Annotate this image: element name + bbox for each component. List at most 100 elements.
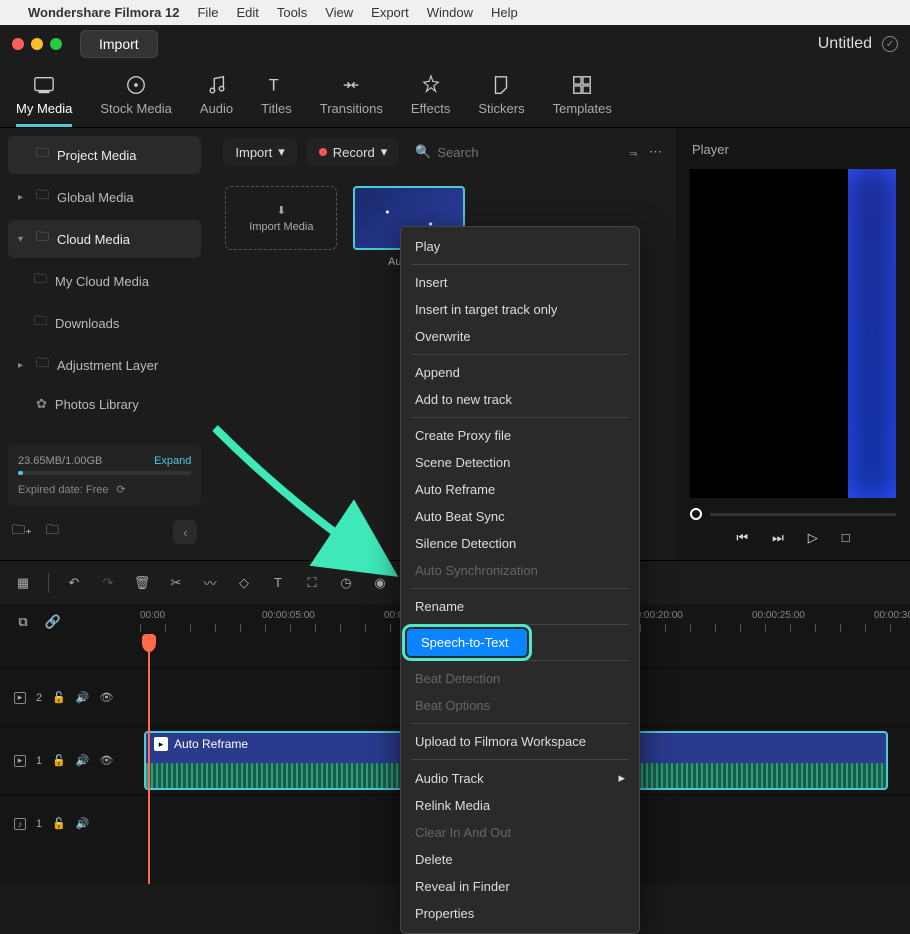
menu-edit[interactable]: Edit [236,5,258,20]
menu-add-track[interactable]: Add to new track [401,386,639,413]
separator [411,624,629,625]
tab-label: Titles [261,101,292,116]
menu-file[interactable]: File [197,5,218,20]
app-name[interactable]: Wondershare Filmora 12 [28,5,179,20]
more-menu-icon[interactable]: ⋯ [649,144,662,160]
lock-icon[interactable]: 🔓 [52,691,66,704]
tab-stickers[interactable]: Stickers [478,73,524,127]
tab-audio[interactable]: Audio [200,73,233,127]
menu-upload-workspace[interactable]: Upload to Filmora Workspace [401,728,639,755]
menu-overwrite[interactable]: Overwrite [401,323,639,350]
menu-scene-detection[interactable]: Scene Detection [401,449,639,476]
menu-play[interactable]: Play [401,233,639,260]
playhead[interactable] [148,638,150,884]
ripple-icon[interactable]: ⧉ [14,613,32,631]
ruler-mark: 00:00:25:00 [752,610,805,621]
mute-icon[interactable]: 🔊 [76,817,90,830]
record-dropdown[interactable]: Record ▾ [307,138,399,166]
grid-icon[interactable]: ▦ [14,574,32,592]
tab-effects[interactable]: Effects [411,73,451,127]
visibility-icon[interactable]: 👁 [100,754,114,767]
new-folder-icon[interactable]: 🗀₊ [12,521,32,543]
expand-link[interactable]: Expand [154,455,191,467]
split-button[interactable]: ✂ [167,574,185,592]
lock-icon[interactable]: 🔓 [52,817,66,830]
undo-button[interactable]: ↶ [65,574,83,592]
menu-window[interactable]: Window [427,5,473,20]
dropdown-label: Import [235,145,272,160]
menu-export[interactable]: Export [371,5,409,20]
separator [411,264,629,265]
delete-button[interactable]: 🗑 [133,574,151,592]
tab-templates[interactable]: Templates [553,73,612,127]
sidebar-item-my-cloud[interactable]: 🗀 My Cloud Media [8,262,201,300]
menu-silence-detection[interactable]: Silence Detection [401,530,639,557]
search-input[interactable] [437,145,613,160]
tab-transitions[interactable]: Transitions [320,73,383,127]
prev-frame-button[interactable]: ⏮ [736,530,748,546]
separator [411,759,629,760]
next-frame-button[interactable]: ⏭ [772,530,784,546]
sidebar-item-adjustment[interactable]: ▸ 🗀 Adjustment Layer [8,346,201,384]
player-viewport[interactable] [690,169,896,498]
stop-button[interactable]: □ [842,530,850,546]
menu-relink-media[interactable]: Relink Media [401,792,639,819]
sync-status-icon[interactable]: ✓ [882,36,898,52]
mute-icon[interactable]: 🔊 [76,691,90,704]
minimize-window-button[interactable] [31,38,43,50]
crop-icon[interactable]: ⛶ [303,574,321,592]
filter-icon[interactable]: ⫬ [629,144,637,160]
menu-auto-beat-sync[interactable]: Auto Beat Sync [401,503,639,530]
folder-action-icon[interactable]: 🗀 [46,521,59,543]
mute-icon[interactable]: 🔊 [76,754,90,767]
sidebar-item-cloud-media[interactable]: ▾ 🗀 Cloud Media [8,220,201,258]
sidebar-item-project-media[interactable]: 🗀 Project Media [8,136,201,174]
text-tool-icon[interactable]: T [269,574,287,592]
import-button[interactable]: Import [80,30,158,58]
visibility-icon[interactable]: 👁 [100,691,114,704]
sidebar-label: My Cloud Media [55,274,149,289]
search-field[interactable]: 🔍 [409,138,619,166]
tab-label: Templates [553,101,612,116]
zoom-window-button[interactable] [50,38,62,50]
playhead-dot[interactable] [690,508,702,520]
collapse-sidebar-button[interactable]: ‹ [173,520,197,544]
import-media-drop[interactable]: ⬇ Import Media [225,186,337,250]
menu-properties[interactable]: Properties [401,900,639,927]
progress-bar[interactable] [710,513,896,516]
menu-audio-track[interactable]: Audio Track▸ [401,764,639,792]
tag-icon[interactable]: ◇ [235,574,253,592]
separator [411,417,629,418]
menu-view[interactable]: View [325,5,353,20]
menu-insert-target[interactable]: Insert in target track only [401,296,639,323]
menu-help[interactable]: Help [491,5,518,20]
menu-reveal-finder[interactable]: Reveal in Finder [401,873,639,900]
duration-icon[interactable]: ◷ [337,574,355,592]
redo-button[interactable]: ↷ [99,574,117,592]
close-window-button[interactable] [12,38,24,50]
sidebar-item-photos-library[interactable]: ✿ Photos Library [8,388,201,420]
menu-speech-to-text[interactable]: Speech-to-Text [407,629,527,656]
import-dropdown[interactable]: Import ▾ [223,138,296,166]
menu-tools[interactable]: Tools [277,5,307,20]
menu-append[interactable]: Append [401,359,639,386]
chevron-right-icon: ▸ [618,770,625,786]
tab-my-media[interactable]: My Media [16,73,72,127]
color-icon[interactable]: ◉ [371,574,389,592]
menu-auto-reframe[interactable]: Auto Reframe [401,476,639,503]
tab-stock-media[interactable]: Stock Media [100,73,172,127]
tab-titles[interactable]: TTitles [261,73,292,127]
sidebar-item-downloads[interactable]: 🗀 Downloads [8,304,201,342]
lock-icon[interactable]: 🔓 [52,754,66,767]
menu-insert[interactable]: Insert [401,269,639,296]
menu-proxy[interactable]: Create Proxy file [401,422,639,449]
storage-panel: 23.65MB/1.00GB Expand Expired date: Free… [8,445,201,506]
link-icon[interactable]: 🔗 [44,613,62,631]
menu-rename[interactable]: Rename [401,593,639,620]
separator [48,573,49,593]
menu-delete[interactable]: Delete [401,846,639,873]
refresh-icon[interactable]: ⟳ [117,483,126,496]
sidebar-item-global-media[interactable]: ▸ 🗀 Global Media [8,178,201,216]
speed-button[interactable]: 〰 [201,574,219,592]
play-button[interactable]: ▷ [808,530,818,546]
